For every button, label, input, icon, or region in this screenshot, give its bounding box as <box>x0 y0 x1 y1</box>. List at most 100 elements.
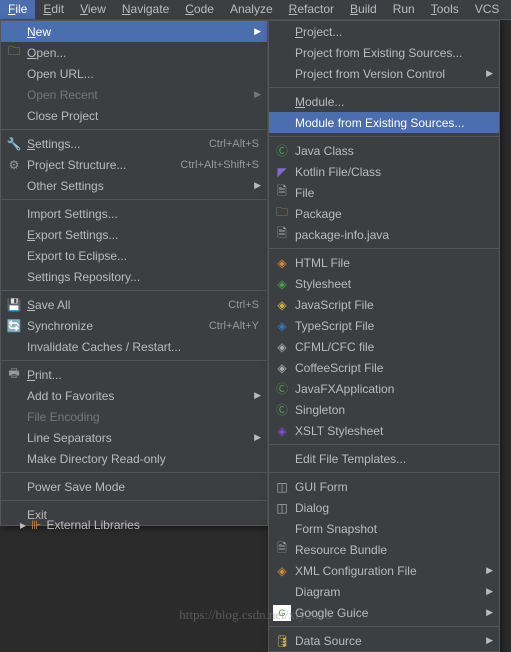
menu-new-singleton[interactable]: ⒸSingleton <box>269 399 499 420</box>
menu-project-structure[interactable]: ⚙ Project Structure... Ctrl+Alt+Shift+S <box>1 154 267 175</box>
menu-export-eclipse[interactable]: Export to Eclipse... <box>1 245 267 266</box>
menu-new-resource-bundle[interactable]: 🗎Resource Bundle <box>269 539 499 560</box>
menubar-navigate[interactable]: Navigate <box>114 0 177 19</box>
js-icon: ◈ <box>273 297 291 313</box>
menubar-edit[interactable]: Edit <box>35 0 72 19</box>
class-icon: Ⓒ <box>273 143 291 159</box>
menu-import-settings[interactable]: Import Settings... <box>1 203 267 224</box>
blank-icon <box>5 108 23 124</box>
menubar-tools[interactable]: Tools <box>423 0 467 19</box>
menu-new-js-label: JavaScript File <box>295 298 491 312</box>
menubar-refactor[interactable]: Refactor <box>281 0 342 19</box>
menubar-vcs[interactable]: VCS <box>467 0 508 19</box>
menu-settings[interactable]: 🔧 Settings... Ctrl+Alt+S <box>1 133 267 154</box>
menu-save-all[interactable]: 💾 Save All Ctrl+S <box>1 294 267 315</box>
menu-separator <box>269 472 499 473</box>
menu-new-html[interactable]: ◈HTML File <box>269 252 499 273</box>
menu-new-datasource[interactable]: 🛢Data Source▶ <box>269 630 499 651</box>
tree-external-libs[interactable]: ▸ ⊪ External Libraries <box>20 518 140 532</box>
submenu-arrow-icon: ▶ <box>486 565 493 576</box>
sync-icon: 🔄 <box>5 318 23 334</box>
menubar-file[interactable]: File <box>0 0 35 19</box>
menu-line-separators-label: Line Separators <box>27 431 259 445</box>
menu-new-javafx[interactable]: ⒸJavaFXApplication <box>269 378 499 399</box>
blank-icon <box>5 206 23 222</box>
menu-new-module-label: Module... <box>295 95 491 109</box>
menu-new-xml-config[interactable]: ◈ XML Configuration File▶ <box>269 560 499 581</box>
menu-new-module[interactable]: Module... <box>269 91 499 112</box>
menu-settings-repo[interactable]: Settings Repository... <box>1 266 267 287</box>
menu-add-favorites[interactable]: Add to Favorites▶ <box>1 385 267 406</box>
blank-icon <box>273 521 291 537</box>
menu-new-xml-config-label: XML Configuration File <box>295 564 491 578</box>
blank-icon <box>273 115 291 131</box>
structure-icon: ⚙ <box>5 157 23 173</box>
blank-icon <box>5 227 23 243</box>
chevron-right-icon: ▸ <box>20 518 26 532</box>
menubar-build[interactable]: Build <box>342 0 385 19</box>
menu-new-project-label: Project... <box>295 25 491 39</box>
menu-new-html-label: HTML File <box>295 256 491 270</box>
menu-new-resource-bundle-label: Resource Bundle <box>295 543 491 557</box>
menu-invalidate[interactable]: Invalidate Caches / Restart... <box>1 336 267 357</box>
menu-new-java-class[interactable]: ⒸJava Class <box>269 140 499 161</box>
class-icon: Ⓒ <box>273 402 291 418</box>
menu-readonly-label: Make Directory Read-only <box>27 452 259 466</box>
menu-new-coffee[interactable]: ◈CoffeeScript File <box>269 357 499 378</box>
menu-new-package-info-label: package-info.java <box>295 228 491 242</box>
menu-new-file[interactable]: 🗎File <box>269 182 499 203</box>
menubar-view[interactable]: View <box>72 0 114 19</box>
menu-new-project-existing[interactable]: Project from Existing Sources... <box>269 42 499 63</box>
menu-line-separators[interactable]: Line Separators▶ <box>1 427 267 448</box>
menu-new-js[interactable]: ◈ JavaScript File <box>269 294 499 315</box>
menu-project-structure-shortcut: Ctrl+Alt+Shift+S <box>180 159 259 171</box>
menu-new-xslt[interactable]: ◈XSLT Stylesheet <box>269 420 499 441</box>
menu-print-label: Print... <box>27 368 259 382</box>
class-icon: Ⓒ <box>273 381 291 397</box>
xml-icon: ◈ <box>273 563 291 579</box>
menu-new-diagram[interactable]: Diagram▶ <box>269 581 499 602</box>
menubar-code[interactable]: Code <box>177 0 222 19</box>
menu-separator <box>269 248 499 249</box>
menu-separator <box>1 199 267 200</box>
ts-icon: ◈ <box>273 318 291 334</box>
menu-new-kotlin[interactable]: ◤Kotlin File/Class <box>269 161 499 182</box>
menu-save-all-shortcut: Ctrl+S <box>228 299 259 311</box>
menu-new-package-info[interactable]: 🗎package-info.java <box>269 224 499 245</box>
submenu-arrow-icon: ▶ <box>486 635 493 646</box>
menu-open-url[interactable]: Open URL... <box>1 63 267 84</box>
menu-open[interactable]: 🗀 Open... <box>1 42 267 63</box>
menu-file-encoding[interactable]: File Encoding <box>1 406 267 427</box>
menu-export-settings[interactable]: Export Settings... <box>1 224 267 245</box>
menu-new-package[interactable]: 🗀Package <box>269 203 499 224</box>
menu-new-cfml[interactable]: ◈CFML/CFC file <box>269 336 499 357</box>
menu-edit-templates[interactable]: Edit File Templates... <box>269 448 499 469</box>
menubar-analyze[interactable]: Analyze <box>222 0 281 19</box>
menu-synchronize[interactable]: 🔄 Synchronize Ctrl+Alt+Y <box>1 315 267 336</box>
menu-open-recent[interactable]: Open Recent ▶ <box>1 84 267 105</box>
menu-new-module-existing[interactable]: Module from Existing Sources... <box>269 112 499 133</box>
blank-icon <box>5 388 23 404</box>
menu-print[interactable]: 🖶Print... <box>1 364 267 385</box>
menu-new-css-label: Stylesheet <box>295 277 491 291</box>
menu-close-project[interactable]: Close Project <box>1 105 267 126</box>
blank-icon <box>5 409 23 425</box>
menubar-run[interactable]: Run <box>385 0 423 19</box>
menubar-window[interactable]: Win <box>507 0 511 19</box>
menu-new[interactable]: New ▶ <box>1 21 267 42</box>
gui-icon: ◫ <box>273 479 291 495</box>
menu-new-project[interactable]: Project... <box>269 21 499 42</box>
menu-other-settings[interactable]: Other Settings ▶ <box>1 175 267 196</box>
menu-new-ts[interactable]: ◈TypeScript File <box>269 315 499 336</box>
menu-readonly[interactable]: Make Directory Read-only <box>1 448 267 469</box>
menu-separator <box>1 129 267 130</box>
submenu-arrow-icon: ▶ <box>254 180 261 191</box>
menu-new-gui-form[interactable]: ◫GUI Form <box>269 476 499 497</box>
menu-new-dialog[interactable]: ◫Dialog <box>269 497 499 518</box>
menu-power-save[interactable]: Power Save Mode <box>1 476 267 497</box>
menu-close-project-label: Close Project <box>27 109 259 123</box>
menu-new-css[interactable]: ◈Stylesheet <box>269 273 499 294</box>
menu-new-project-vcs[interactable]: Project from Version Control▶ <box>269 63 499 84</box>
menu-new-form-snapshot[interactable]: Form Snapshot <box>269 518 499 539</box>
menu-export-settings-label: Export Settings... <box>27 228 259 242</box>
